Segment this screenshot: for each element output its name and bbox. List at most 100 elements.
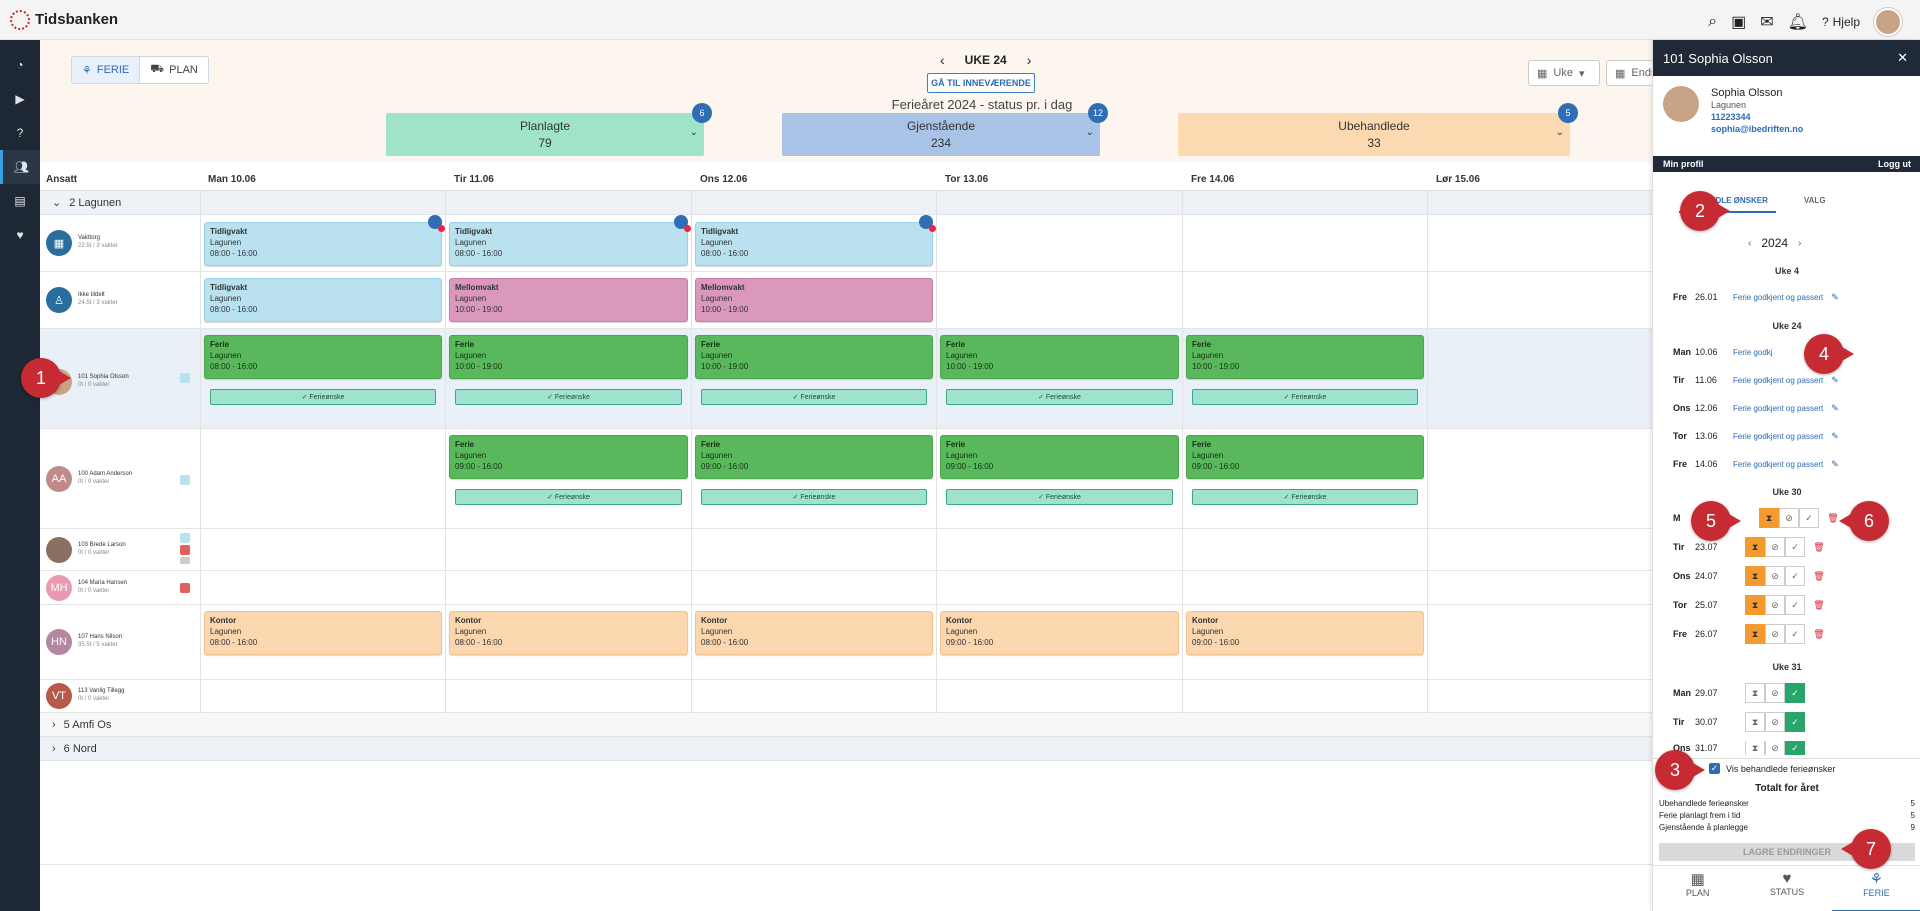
- shift-card[interactable]: Kontor Lagunen 09:00 - 16:00: [1186, 611, 1424, 655]
- bell-icon[interactable]: 🔔︎: [1788, 12, 1808, 32]
- employee-maria-hansen[interactable]: MH 104 Maria Hansen 0t / 0 vakter: [46, 575, 127, 601]
- reject-icon[interactable]: ⊘: [1779, 508, 1799, 528]
- pending-hourglass-icon[interactable]: ⧗: [1759, 508, 1779, 528]
- prev-week-icon[interactable]: ‹: [940, 52, 945, 68]
- shift-card[interactable]: Kontor Lagunen 09:00 - 16:00: [940, 611, 1179, 655]
- trash-icon[interactable]: 🗑︎: [1809, 595, 1829, 615]
- pending-hourglass-icon[interactable]: ⧗: [1745, 566, 1765, 586]
- shift-card[interactable]: Ferie Lagunen 09:00 - 16:00: [1186, 435, 1424, 479]
- pending-hourglass-icon[interactable]: ⧗: [1745, 683, 1765, 703]
- reject-icon[interactable]: ⊘: [1765, 683, 1785, 703]
- view-select[interactable]: ▦ Uke ▾: [1528, 60, 1600, 86]
- vacation-wish-button[interactable]: ✓ Ferieønske: [701, 389, 927, 405]
- pending-hourglass-icon[interactable]: ⧗: [1745, 595, 1765, 615]
- reject-icon[interactable]: ⊘: [1765, 624, 1785, 644]
- pending-hourglass-icon[interactable]: ⧗: [1745, 712, 1765, 732]
- edit-icon[interactable]: ✎: [1831, 459, 1839, 470]
- vacation-wish-button[interactable]: ✓ Ferieønske: [455, 489, 682, 505]
- vacation-wish-button[interactable]: ✓ Ferieønske: [1192, 389, 1418, 405]
- approve-icon[interactable]: ✓: [1799, 508, 1819, 528]
- stat-planned[interactable]: Planlagte 79 ⌄ 6: [386, 103, 712, 156]
- tab-options[interactable]: VALG: [1796, 190, 1834, 213]
- user-avatar[interactable]: [1874, 8, 1902, 36]
- help-link[interactable]: ? Hjelp: [1822, 15, 1860, 29]
- vacation-wish-button[interactable]: ✓ Ferieønske: [701, 489, 927, 505]
- goto-current-button[interactable]: GÅ TIL INNEVÆRENDE: [927, 73, 1035, 93]
- employee-vakttorg[interactable]: ▦ Vakttorg 22.5t / 3 vakter: [46, 230, 118, 256]
- chevron-down-icon[interactable]: ⌄: [1086, 127, 1094, 138]
- employee-unassigned[interactable]: ♙ Ikke tildelt 24.5t / 3 vakter: [46, 287, 118, 313]
- edit-icon[interactable]: ✎: [1831, 292, 1839, 303]
- shift-card[interactable]: Tidligvakt Lagunen 08:00 - 16:00: [204, 278, 442, 322]
- pending-hourglass-icon[interactable]: ⧗: [1745, 624, 1765, 644]
- group-nord[interactable]: › 6 Nord: [40, 737, 1652, 761]
- checkbox-checked-icon[interactable]: ✓: [1709, 763, 1720, 774]
- edit-icon[interactable]: ✎: [1831, 375, 1839, 386]
- shift-card[interactable]: Ferie Lagunen 09:00 - 16:00: [940, 435, 1179, 479]
- play-icon[interactable]: ▶: [0, 82, 40, 116]
- shift-card[interactable]: Ferie Lagunen 10:00 - 19:00: [940, 335, 1179, 379]
- next-week-icon[interactable]: ›: [1027, 52, 1032, 68]
- approve-icon[interactable]: ✓: [1785, 537, 1805, 557]
- shift-card[interactable]: Tidligvakt Lagunen 08:00 - 16:00: [695, 222, 933, 266]
- ferie-toggle-button[interactable]: ⚘ FERIE: [72, 57, 141, 83]
- approve-icon[interactable]: ✓: [1785, 566, 1805, 586]
- vacation-wish-button[interactable]: ✓ Ferieønske: [1192, 489, 1418, 505]
- vacation-wish-button[interactable]: ✓ Ferieønske: [946, 389, 1173, 405]
- close-icon[interactable]: ✕: [1897, 50, 1908, 66]
- heart-icon[interactable]: ♥: [0, 218, 40, 252]
- shift-card[interactable]: Ferie Lagunen 10:00 - 19:00: [449, 335, 688, 379]
- chart-icon[interactable]: ▤: [0, 184, 40, 218]
- employee-brede-larson[interactable]: 103 Brede Larson 0t / 0 vakter: [46, 537, 126, 563]
- shift-card[interactable]: Mellomvakt Lagunen 10:00 - 19:00: [449, 278, 688, 322]
- nav-status[interactable]: ♥ STATUS: [1742, 866, 1831, 911]
- show-handled-checkbox[interactable]: ✓ Vis behandlede ferieønsker: [1709, 763, 1835, 774]
- shift-card[interactable]: Kontor Lagunen 08:00 - 16:00: [449, 611, 688, 655]
- chevron-down-icon[interactable]: ⌄: [690, 127, 698, 138]
- next-year-icon[interactable]: ›: [1798, 238, 1801, 249]
- group-amfi-os[interactable]: › 5 Amfi Os: [40, 713, 1652, 737]
- shift-card[interactable]: Tidligvakt Lagunen 08:00 - 16:00: [204, 222, 442, 266]
- vacation-wish-button[interactable]: ✓ Ferieønske: [946, 489, 1173, 505]
- reject-icon[interactable]: ⊘: [1765, 712, 1785, 732]
- stat-unhandled[interactable]: Ubehandlede 33 ⌄ 5: [1178, 103, 1578, 156]
- vacation-wish-button[interactable]: ✓ Ferieønske: [455, 389, 682, 405]
- chevron-down-icon[interactable]: ⌄: [1556, 127, 1564, 138]
- shift-card[interactable]: Ferie Lagunen 10:00 - 19:00: [695, 335, 933, 379]
- shift-card[interactable]: Ferie Lagunen 08:00 - 16:00: [204, 335, 442, 379]
- reject-icon[interactable]: ⊘: [1765, 741, 1785, 755]
- profile-phone-link[interactable]: 11223344: [1711, 112, 1803, 124]
- nav-plan[interactable]: ▦ PLAN: [1653, 866, 1742, 911]
- plan-toggle-button[interactable]: ⛟ PLAN: [140, 57, 208, 83]
- profile-email-link[interactable]: sophia@ibedriften.no: [1711, 124, 1803, 136]
- reject-icon[interactable]: ⊘: [1765, 566, 1785, 586]
- store-icon[interactable]: ▣: [1731, 12, 1746, 32]
- nav-ferie[interactable]: ⚘ FERIE: [1831, 866, 1920, 911]
- trash-icon[interactable]: 🗑︎: [1809, 537, 1829, 557]
- shift-card[interactable]: Ferie Lagunen 10:00 - 19:00: [1186, 335, 1424, 379]
- reject-icon[interactable]: ⊘: [1765, 537, 1785, 557]
- group-lagunen[interactable]: ⌄ 2 Lagunen: [40, 191, 1652, 215]
- approve-icon[interactable]: ✓: [1785, 712, 1805, 732]
- stat-remaining[interactable]: Gjenstående 234 ⌄ 12: [782, 103, 1108, 156]
- shift-card[interactable]: Tidligvakt Lagunen 08:00 - 16:00: [449, 222, 688, 266]
- employee-adam-anderson[interactable]: AA 100 Adam Anderson 0t / 0 vakter: [46, 466, 132, 492]
- edit-icon[interactable]: ✎: [1831, 431, 1839, 442]
- employee-hans-nilson[interactable]: HN 107 Hans Nilson 35.5t / 5 vakter: [46, 629, 122, 655]
- approve-icon[interactable]: ✓: [1785, 683, 1805, 703]
- shift-card[interactable]: Mellomvakt Lagunen 10:00 - 19:00: [695, 278, 933, 322]
- users-icon[interactable]: 👥︎: [0, 150, 40, 184]
- mail-icon[interactable]: ✉: [1760, 12, 1773, 32]
- shift-card[interactable]: Ferie Lagunen 09:00 - 16:00: [449, 435, 688, 479]
- logo[interactable]: Tidsbanken: [10, 9, 118, 30]
- shift-card[interactable]: Kontor Lagunen 08:00 - 16:00: [204, 611, 442, 655]
- approve-icon[interactable]: ✓: [1785, 595, 1805, 615]
- shift-card[interactable]: Kontor Lagunen 08:00 - 16:00: [695, 611, 933, 655]
- trash-icon[interactable]: 🗑︎: [1809, 566, 1829, 586]
- approve-icon[interactable]: ✓: [1785, 624, 1805, 644]
- pending-hourglass-icon[interactable]: ⧗: [1745, 741, 1765, 755]
- trash-icon[interactable]: 🗑︎: [1809, 624, 1829, 644]
- end-select[interactable]: ▦ Ends: [1606, 60, 1656, 86]
- shift-card[interactable]: Ferie Lagunen 09:00 - 16:00: [695, 435, 933, 479]
- employee-vanlig-tillegg[interactable]: VT 113 Vanlig Tillegg 0t / 0 vakter: [46, 683, 124, 709]
